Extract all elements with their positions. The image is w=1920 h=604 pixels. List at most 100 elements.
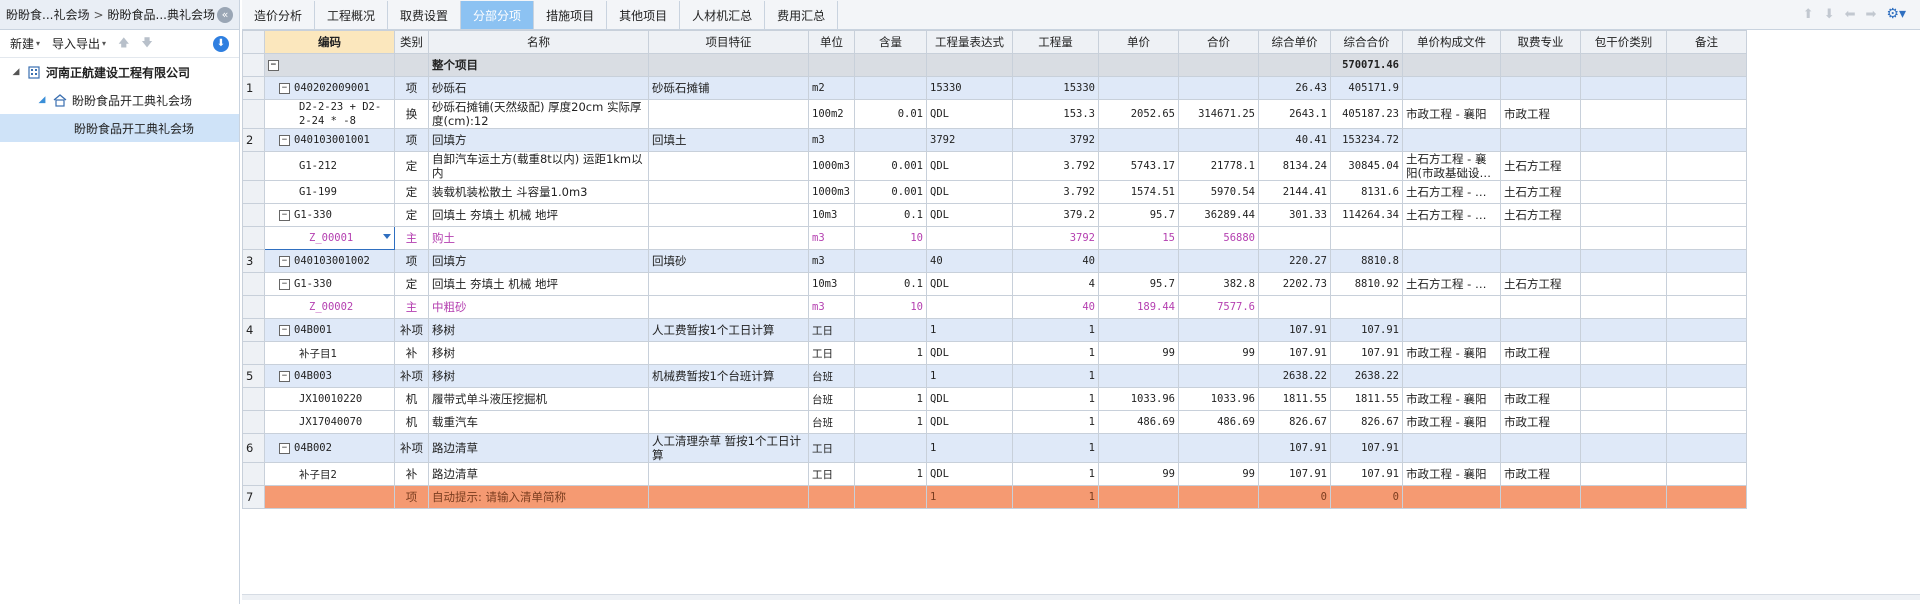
cell-lump-type[interactable] [1580,341,1667,365]
cell-price[interactable] [1098,364,1179,388]
cell-lump-type[interactable] [1580,318,1667,342]
cell-remark[interactable] [1666,99,1747,129]
cell-total[interactable]: 21778.1 [1178,151,1259,181]
cell-remark[interactable] [1666,180,1747,204]
cell-feature[interactable] [648,410,809,434]
cell-total[interactable] [1178,485,1259,509]
cell-name[interactable]: 回填方 [428,128,649,152]
cell-comp-price[interactable]: 107.91 [1258,462,1331,486]
cell-comp-price[interactable]: 2643.1 [1258,99,1331,129]
cell-content[interactable] [854,76,927,100]
cell-expr[interactable]: QDL [926,151,1013,181]
cell-lump-type[interactable] [1580,295,1667,319]
cell-content[interactable]: 1 [854,387,927,411]
cell-lump-type[interactable] [1580,180,1667,204]
tab-fee-summary[interactable]: 费用汇总 [765,1,839,29]
cell-code[interactable]: Z_00001 [264,226,395,250]
column-header-lump-type[interactable]: 包干价类别 [1580,30,1667,54]
cell-price[interactable]: 5743.17 [1098,151,1179,181]
table-row[interactable]: JX10010220 机履带式单斗液压挖掘机 台班 1 QDL 1 1033.96 1033.… [242,387,1747,411]
cell-content[interactable]: 0.1 [854,272,927,296]
cell-type[interactable]: 项 [394,249,429,273]
cell-content[interactable]: 1 [854,410,927,434]
cell-total[interactable] [1178,433,1259,463]
table-row[interactable]: G1-212 定自卸汽车运土方(载重8t以内) 运距1km以内 1000m3 0.00… [242,151,1747,181]
cell-unit[interactable]: 工日 [808,341,855,365]
cell-fee-major[interactable]: 市政工程 [1500,341,1581,365]
cell-code[interactable]: −040103001002 [264,249,395,273]
cell-feature[interactable]: 砂砾石摊铺 [648,76,809,100]
cell-expr[interactable] [926,53,1013,77]
cell-price-file[interactable]: 市政工程 - 襄阳 [1402,387,1501,411]
cell-comp-price[interactable]: 2638.22 [1258,364,1331,388]
cell-total[interactable]: 314671.25 [1178,99,1259,129]
tab-sub-items[interactable]: 分部分项 [461,1,535,29]
cell-expr[interactable]: QDL [926,410,1013,434]
cell-expr[interactable]: QDL [926,180,1013,204]
cell-comp-total[interactable]: 1811.55 [1330,387,1403,411]
cell-qty[interactable]: 4 [1012,272,1099,296]
cell-comp-total[interactable]: 570071.46 [1330,53,1403,77]
cell-comp-price[interactable]: 107.91 [1258,341,1331,365]
cell-price[interactable] [1098,318,1179,342]
cell-unit[interactable]: m3 [808,249,855,273]
cell-feature[interactable]: 回填砂 [648,249,809,273]
cell-name[interactable]: 移树 [428,341,649,365]
cell-qty[interactable]: 153.3 [1012,99,1099,129]
table-row[interactable]: 补子目1 补移树 工日 1 QDL 1 99 99 107.91 107.91 市政工程 - 襄阳市… [242,341,1747,365]
cell-price-file[interactable]: 土石方工程 - … [1402,180,1501,204]
cell-lump-type[interactable] [1580,387,1667,411]
column-header-comp-total[interactable]: 综合合价 [1330,30,1403,54]
cell-lump-type[interactable] [1580,76,1667,100]
cell-price-file[interactable] [1402,433,1501,463]
cell-remark[interactable] [1666,410,1747,434]
cell-comp-price[interactable]: 2202.73 [1258,272,1331,296]
tab-measures[interactable]: 措施项目 [534,1,608,29]
cell-code[interactable]: − [264,53,395,77]
cell-comp-total[interactable]: 405187.23 [1330,99,1403,129]
cell-code[interactable]: −04B001 [264,318,395,342]
cell-price[interactable]: 1033.96 [1098,387,1179,411]
cell-code[interactable]: G1-212 [264,151,395,181]
cell-fee-major[interactable] [1500,364,1581,388]
cell-code[interactable]: −040202009001 [264,76,395,100]
cell-fee-major[interactable] [1500,433,1581,463]
cell-type[interactable] [394,53,429,77]
cell-unit[interactable]: 台班 [808,410,855,434]
cell-unit[interactable]: 10m3 [808,203,855,227]
cell-price[interactable]: 95.7 [1098,272,1179,296]
cell-type[interactable]: 机 [394,387,429,411]
cell-fee-major[interactable] [1500,249,1581,273]
column-header-type[interactable]: 类别 [394,30,429,54]
cell-code[interactable]: JX17040070 [264,410,395,434]
settings-icon[interactable]: ⚙▾ [1886,6,1906,22]
cell-feature[interactable] [648,462,809,486]
cell-fee-major[interactable] [1500,76,1581,100]
table-row-new[interactable]: 7 项自动提示: 请输入清单简称 1 1 0 0 [242,485,1747,509]
cell-lump-type[interactable] [1580,249,1667,273]
move-down-icon[interactable]: ⬇ [1824,7,1835,22]
cell-total[interactable]: 5970.54 [1178,180,1259,204]
cell-remark[interactable] [1666,341,1747,365]
cell-remark[interactable] [1666,387,1747,411]
collapse-icon[interactable]: − [279,209,290,221]
cell-fee-major[interactable] [1500,53,1581,77]
cell-type[interactable]: 主 [394,295,429,319]
table-row[interactable]: 补子目2 补路边清草 工日 1 QDL 1 99 99 107.91 107.91 市政工程 - 襄… [242,462,1747,486]
cell-type[interactable]: 补项 [394,364,429,388]
chevron-down-icon[interactable] [383,234,391,239]
cell-price[interactable] [1098,128,1179,152]
cell-price[interactable]: 99 [1098,341,1179,365]
cell-price-file[interactable]: 土石方工程 - … [1402,203,1501,227]
cell-comp-price[interactable] [1258,53,1331,77]
cell-feature[interactable] [648,387,809,411]
cell-feature[interactable] [648,203,809,227]
tab-labor-material-machine[interactable]: 人材机汇总 [680,1,766,29]
cell-remark[interactable] [1666,272,1747,296]
cell-name[interactable]: 砂砾石 [428,76,649,100]
cell-name[interactable]: 履带式单斗液压挖掘机 [428,387,649,411]
cell-code[interactable] [264,485,395,509]
cell-expr[interactable]: QDL [926,341,1013,365]
cell-qty[interactable]: 1 [1012,387,1099,411]
cell-remark[interactable] [1666,295,1747,319]
